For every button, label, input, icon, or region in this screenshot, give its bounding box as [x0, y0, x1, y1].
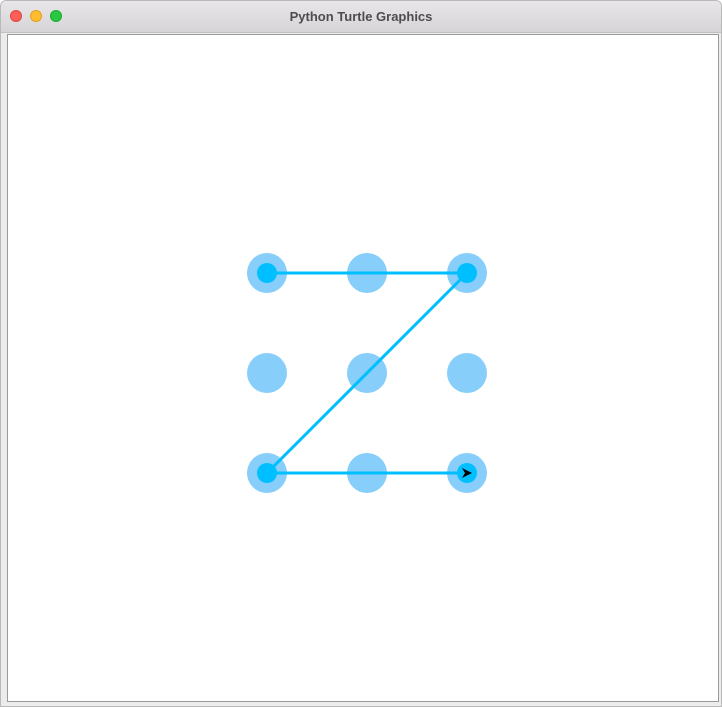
- turtle-canvas[interactable]: [7, 34, 719, 702]
- grid-dot-4[interactable]: [247, 353, 287, 393]
- pattern-lock-drawing: [247, 253, 487, 493]
- title-bar[interactable]: Python Turtle Graphics: [1, 1, 721, 33]
- window-title: Python Turtle Graphics: [289, 9, 433, 24]
- grid-dot-6[interactable]: [447, 353, 487, 393]
- pattern-line-3-7: [265, 271, 469, 475]
- turtle-window: Python Turtle Graphics: [0, 0, 722, 707]
